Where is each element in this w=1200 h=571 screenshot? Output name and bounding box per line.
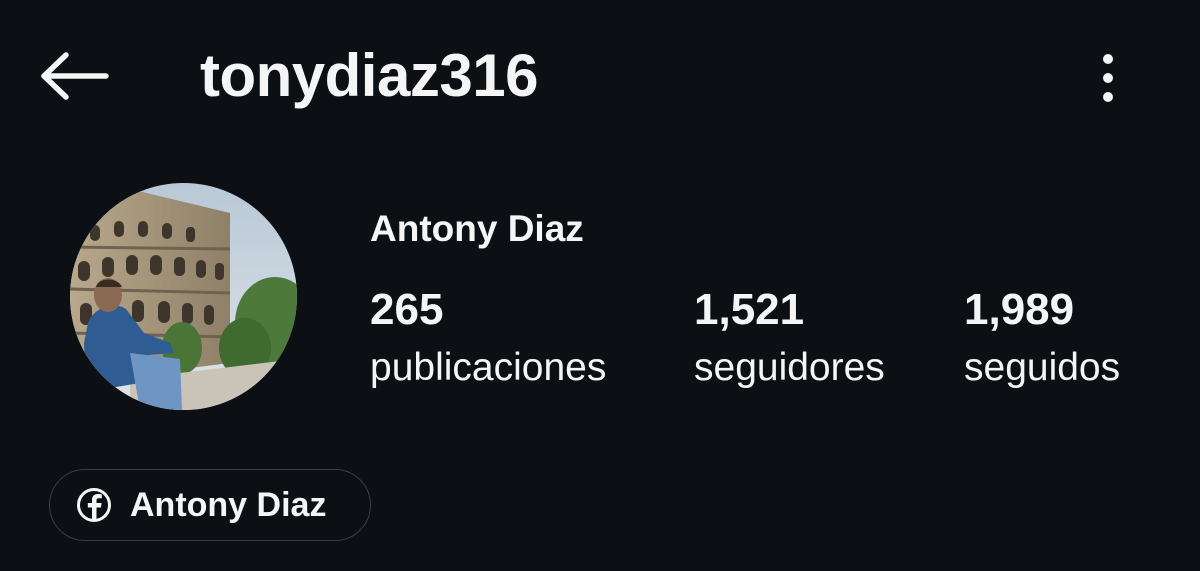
more-options-button[interactable]	[1084, 46, 1132, 110]
followers-label: seguidores	[694, 346, 885, 389]
following-stat[interactable]: 1,989 seguidos	[964, 284, 1120, 394]
posts-count: 265	[370, 285, 444, 334]
more-vertical-icon	[1103, 54, 1113, 64]
arrow-left-icon	[41, 52, 109, 100]
following-count: 1,989	[964, 285, 1075, 334]
posts-label: publicaciones	[370, 346, 607, 389]
avatar[interactable]	[70, 183, 297, 410]
facebook-link-chip[interactable]: Antony Diaz	[49, 469, 371, 541]
page-title-username: tonydiaz316	[200, 42, 538, 109]
profile-page: tonydiaz316 Antony Diaz 265 publicacione…	[0, 0, 1200, 571]
profile-full-name: Antony Diaz	[370, 208, 584, 249]
posts-stat[interactable]: 265 publicaciones	[370, 284, 606, 394]
more-vertical-icon-dot	[1103, 73, 1113, 83]
back-button[interactable]	[36, 48, 112, 104]
more-vertical-icon-dot	[1103, 92, 1113, 102]
followers-stat[interactable]: 1,521 seguidores	[694, 284, 885, 394]
facebook-link-label: Antony Diaz	[130, 486, 327, 524]
profile-photo	[70, 183, 297, 410]
followers-count: 1,521	[694, 285, 805, 334]
facebook-icon	[76, 487, 112, 523]
following-label: seguidos	[964, 346, 1121, 389]
